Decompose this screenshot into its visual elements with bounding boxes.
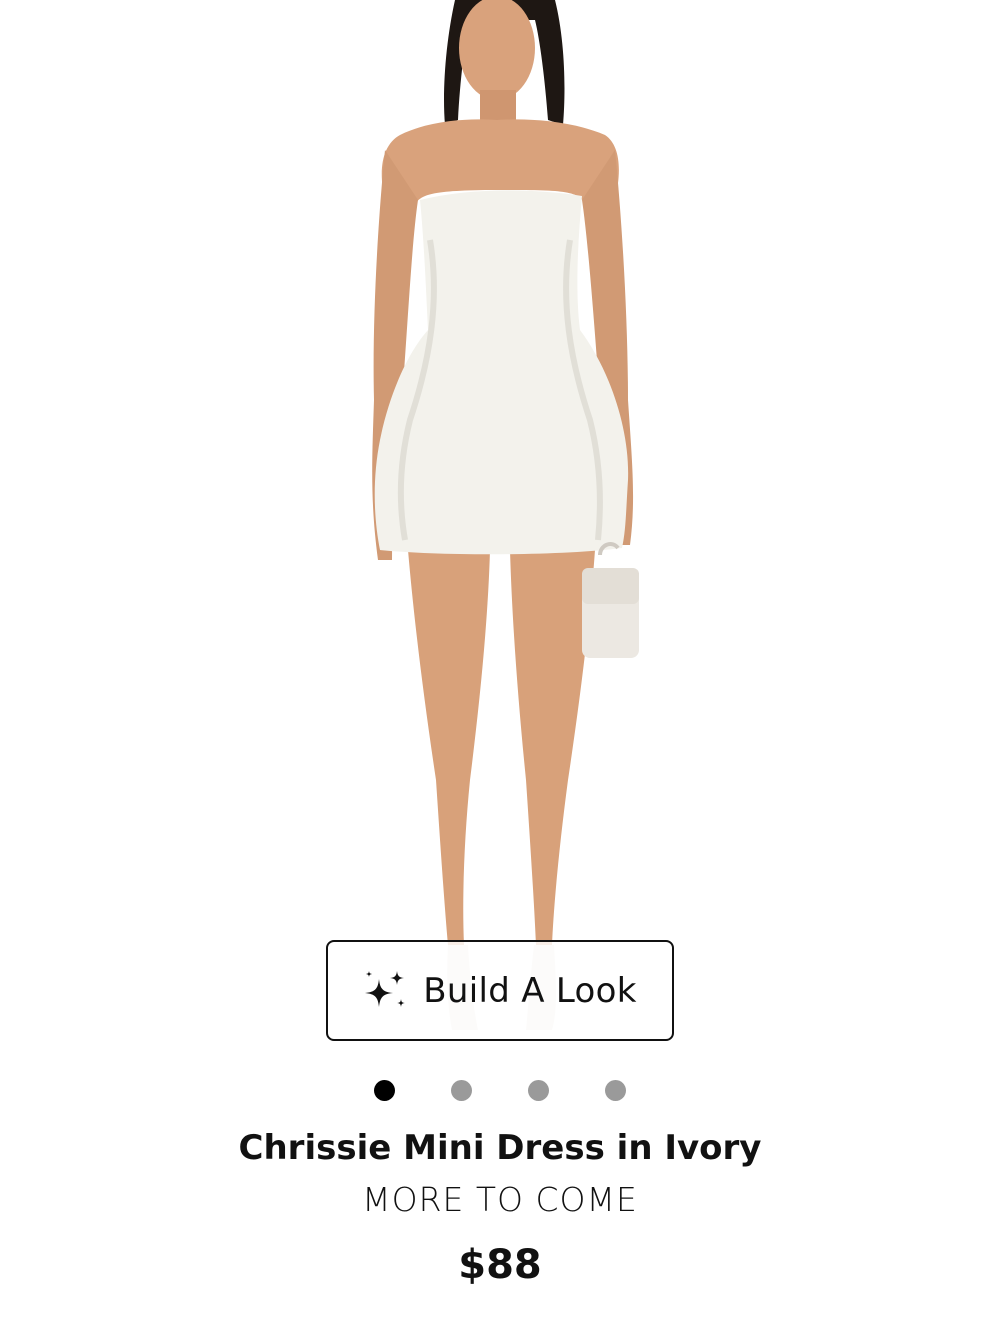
brand-name[interactable]: MORE TO COME	[0, 1180, 1000, 1219]
build-a-look-button[interactable]: Build A Look	[326, 940, 674, 1041]
product-price: $88	[458, 1242, 542, 1288]
carousel-dot-4[interactable]	[605, 1080, 626, 1101]
build-a-look-label: Build A Look	[423, 970, 637, 1011]
sparkles-icon	[365, 970, 406, 1007]
model-photo	[372, 0, 639, 1030]
product-image[interactable]	[0, 0, 1000, 1065]
carousel-dot-1[interactable]	[374, 1080, 395, 1101]
image-carousel-indicator	[0, 1080, 1000, 1102]
product-title[interactable]: Chrissie Mini Dress in Ivory	[0, 1128, 1000, 1168]
carousel-dot-2[interactable]	[451, 1080, 472, 1101]
carousel-dot-3[interactable]	[528, 1080, 549, 1101]
